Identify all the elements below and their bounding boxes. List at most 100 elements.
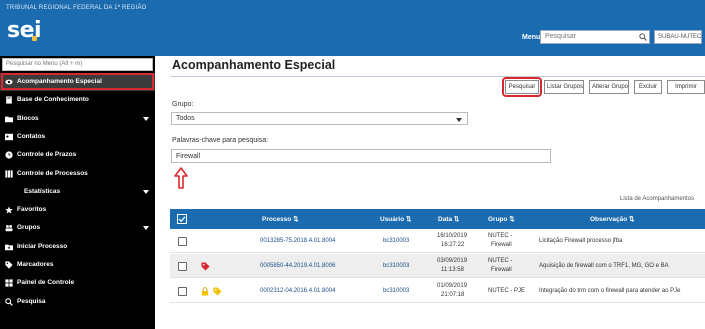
users-icon: [5, 224, 13, 232]
folder-plus-icon: [5, 243, 13, 251]
header-search-placeholder: Pesquisar: [545, 33, 577, 40]
grupo-value-cont: Firewall: [491, 267, 512, 273]
up-arrow-icon: [174, 167, 188, 189]
time-value: 16:27:22: [441, 242, 465, 248]
page-title: Acompanhamento Especial: [172, 58, 336, 72]
row-checkbox[interactable]: [178, 262, 187, 271]
date-value: 01/09/2019: [437, 283, 468, 289]
unit-select[interactable]: SUBAU-NUTEC: [654, 30, 702, 44]
logo-accent: [32, 36, 37, 41]
sidebar-item-label: Iniciar Processo: [17, 242, 68, 250]
chevron-down-icon[interactable]: [143, 116, 149, 121]
group-label: Grupo:: [172, 101, 194, 108]
grupo-value: NUTEC -: [488, 233, 513, 239]
observacao-value: Aquisição de firewall com o TRF1, MG, GO…: [539, 263, 669, 269]
sidebar-item[interactable]: Painel de Controle: [0, 274, 155, 292]
select-all-checkbox-icon[interactable]: [177, 214, 187, 224]
sidebar-item-label: Pesquisa: [17, 297, 46, 305]
processo-link[interactable]: 0013285-75.2018.4.01.8004: [260, 238, 335, 244]
sidebar-item-label: Base de Conhecimento: [17, 96, 89, 104]
keywords-input[interactable]: Firewall: [171, 149, 551, 163]
lock-icon[interactable]: [201, 287, 209, 298]
sidebar-item[interactable]: Marcadores: [0, 256, 155, 274]
title-divider: [170, 76, 705, 77]
sidebar-item-label: Blocos: [17, 114, 39, 122]
grid-icon: [5, 279, 13, 287]
sidebar-item[interactable]: Estatísticas: [0, 183, 155, 201]
sidebar-item[interactable]: Contatos: [0, 128, 155, 146]
row-checkbox[interactable]: [178, 287, 187, 296]
sidebar-item-label: Favoritos: [17, 206, 47, 214]
red-tag-icon[interactable]: [201, 262, 210, 273]
group-select[interactable]: Todos: [171, 112, 468, 125]
table-row[interactable]: 0005850-44.2019.4.01.8006 bc310003 03/09/2…: [170, 254, 705, 278]
grupo-value: NUTEC - PJE: [488, 288, 526, 294]
yellow-tag-icon[interactable]: [213, 287, 222, 298]
table-header: Processo ⇅ Usuário ⇅ Data ⇅ Grupo ⇅ Obse…: [170, 209, 705, 229]
chevron-down-icon[interactable]: [143, 189, 149, 194]
date-value: 16/10/2019: [437, 233, 468, 239]
sidebar-item[interactable]: Controle de Prazos: [0, 146, 155, 164]
sidebar-item[interactable]: Blocos: [0, 110, 155, 128]
time-value: 21:07:18: [441, 292, 465, 298]
header-grupo[interactable]: Grupo ⇅: [488, 215, 515, 223]
folder-icon: [5, 115, 13, 123]
header-processo[interactable]: Processo ⇅: [262, 215, 299, 223]
pesquisar-button[interactable]: Pesquisar: [505, 80, 539, 94]
imprimir-button[interactable]: Imprimir: [667, 80, 705, 94]
header-usuario[interactable]: Usuário ⇅: [380, 215, 411, 223]
tag-icon: [5, 261, 13, 269]
menu-label: Menu: [522, 34, 541, 41]
sidebar-item[interactable]: Iniciar Processo: [0, 238, 155, 256]
star-icon: [5, 206, 13, 214]
usuario-link[interactable]: bc310003: [383, 288, 409, 294]
header-observacao[interactable]: Observação ⇅: [590, 215, 634, 223]
book-icon: [5, 96, 13, 104]
sidebar-item[interactable]: Controle de Processos: [0, 165, 155, 183]
sidebar-item-label: Controle de Prazos: [17, 151, 77, 159]
usuario-link[interactable]: bc310003: [383, 263, 409, 269]
excluir-button[interactable]: Excluir: [634, 80, 662, 94]
observacao-value: Licitação Firewall processo jfba: [539, 238, 623, 244]
row-checkbox[interactable]: [178, 237, 187, 246]
sei-app: TRIBUNAL REGIONAL FEDERAL DA 1ª REGIÃO s…: [0, 0, 705, 329]
columns-icon: [5, 169, 13, 178]
sidebar-item-label: Painel de Controle: [17, 279, 75, 287]
sidebar-item[interactable]: Grupos: [0, 219, 155, 237]
usuario-link[interactable]: bc310003: [383, 238, 409, 244]
sidebar-item-label: Contatos: [17, 132, 46, 140]
header-data[interactable]: Data ⇅: [438, 215, 459, 223]
listar-grupos-button[interactable]: Listar Grupos: [544, 80, 584, 94]
list-caption: Lista de Acompanhamentos: [620, 196, 695, 202]
keywords-label: Palavras-chave para pesquisa:: [172, 137, 269, 144]
clock-icon: [5, 151, 13, 159]
menu-search-input[interactable]: Pesquisar no Menu (Alt + m): [2, 58, 153, 71]
sidebar-item-label: Controle de Processos: [17, 169, 88, 177]
sidebar-item[interactable]: Favoritos: [0, 201, 155, 219]
chevron-down-icon[interactable]: [456, 118, 462, 122]
processo-link[interactable]: 0002312-04.2016.4.01.8004: [260, 288, 335, 294]
table-row[interactable]: 0002312-04.2016.4.01.8004 bc310003 01/09/2…: [170, 279, 705, 303]
search-icon[interactable]: [639, 33, 647, 41]
grupo-value-cont: Firewall: [491, 242, 512, 248]
observacao-value: Integração do trm com o firewall para at…: [539, 288, 681, 294]
time-value: 11:13:58: [441, 267, 464, 273]
sidebar-item-label: Grupos: [17, 224, 41, 232]
sidebar-item[interactable]: Base de Conhecimento: [0, 91, 155, 109]
org-name: TRIBUNAL REGIONAL FEDERAL DA 1ª REGIÃO: [6, 5, 147, 11]
date-value: 03/09/2019: [437, 258, 468, 264]
table-row[interactable]: 0013285-75.2018.4.01.8004 bc310003 16/10/2…: [170, 229, 705, 253]
alterar-grupo-button[interactable]: Alterar Grupo: [589, 80, 629, 94]
sidebar: Pesquisar no Menu (Alt + m) Acompanhamen…: [0, 56, 155, 329]
active-item-highlight: [1, 73, 154, 90]
search-icon: [5, 297, 13, 306]
sidebar-item[interactable]: Pesquisa: [0, 293, 155, 311]
header-search-input[interactable]: Pesquisar: [540, 30, 650, 44]
sidebar-item-label: Estatísticas: [24, 187, 61, 195]
processo-link[interactable]: 0005850-44.2019.4.01.8006: [260, 263, 335, 269]
contact-card-icon: [5, 133, 13, 141]
grupo-value: NUTEC -: [488, 258, 513, 264]
sidebar-item-label: Marcadores: [17, 261, 54, 268]
chevron-down-icon[interactable]: [143, 226, 149, 231]
top-header: TRIBUNAL REGIONAL FEDERAL DA 1ª REGIÃO s…: [0, 0, 705, 56]
